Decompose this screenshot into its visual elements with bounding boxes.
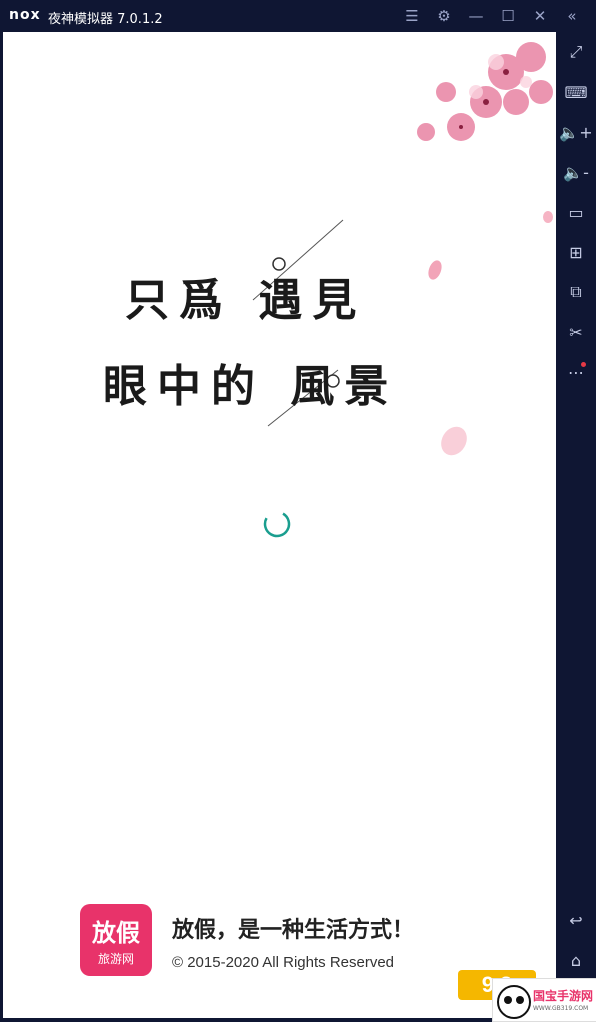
panda-logo-icon — [497, 985, 531, 1019]
keyboard-icon[interactable]: ⌨ — [556, 76, 596, 108]
title-bar: nox 夜神模拟器 7.0.1.2 ☰ ⚙ — ☐ ✕ « — [0, 0, 596, 32]
app-slogan: 放假，是一种生活方式！ — [172, 917, 415, 943]
loading-spinner-icon — [263, 510, 291, 538]
nox-logo: nox — [9, 7, 41, 23]
multi-instance-icon[interactable]: ⧉ — [556, 276, 596, 308]
more-icon[interactable]: ⋯ — [556, 356, 596, 388]
poem-line-1: 只爲 遇見 — [125, 275, 367, 326]
watermark-url: WWW.GB319.COM — [533, 1005, 589, 1012]
emulator-sidebar: ⤢ ⌨ 🔈+ 🔈- ▭ ⊞ ⧉ ✂ ⋯ ↩ ⌂ — [556, 32, 596, 1020]
minimize-icon[interactable]: — — [460, 0, 492, 32]
back-icon[interactable]: ↩ — [556, 904, 596, 936]
watermark-box: 国宝手游网 WWW.GB319.COM — [492, 978, 596, 1022]
poem-line-2: 眼中的 風景 — [103, 361, 399, 412]
app-logo-subtext: 旅游网 — [97, 952, 134, 966]
volume-down-icon[interactable]: 🔈- — [556, 156, 596, 188]
screenshot-icon[interactable]: ✂ — [556, 316, 596, 348]
menu-icon[interactable]: ☰ — [396, 0, 428, 32]
watermark-site-name: 国宝手游网 — [533, 989, 594, 1003]
emulator-screen[interactable]: 只爲 遇見 眼中的 風景 放假 旅游网 放假，是一种生活方式！ © 2015-2… — [3, 32, 556, 1018]
collapse-icon[interactable]: « — [556, 0, 588, 32]
fullscreen-icon[interactable]: ⤢ — [556, 36, 596, 68]
site-watermark: 9 3 国宝手游网 WWW.GB319.COM — [458, 970, 596, 1022]
settings-icon[interactable]: ⚙ — [428, 0, 460, 32]
close-icon[interactable]: ✕ — [524, 0, 556, 32]
app-logo: 放假 旅游网 — [80, 904, 152, 976]
screen-icon[interactable]: ▭ — [556, 196, 596, 228]
copyright-text: © 2015-2020 All Rights Reserved — [172, 954, 395, 971]
window-title: 夜神模拟器 7.0.1.2 — [48, 12, 163, 27]
add-apk-icon[interactable]: ⊞ — [556, 236, 596, 268]
notification-dot — [581, 362, 586, 367]
maximize-icon[interactable]: ☐ — [492, 0, 524, 32]
window-controls: ☰ ⚙ — ☐ ✕ « — [396, 0, 588, 32]
poem-graphic: 只爲 遇見 眼中的 風景 — [3, 32, 556, 532]
volume-up-icon[interactable]: 🔈+ — [556, 116, 596, 148]
app-logo-text: 放假 — [92, 918, 140, 947]
